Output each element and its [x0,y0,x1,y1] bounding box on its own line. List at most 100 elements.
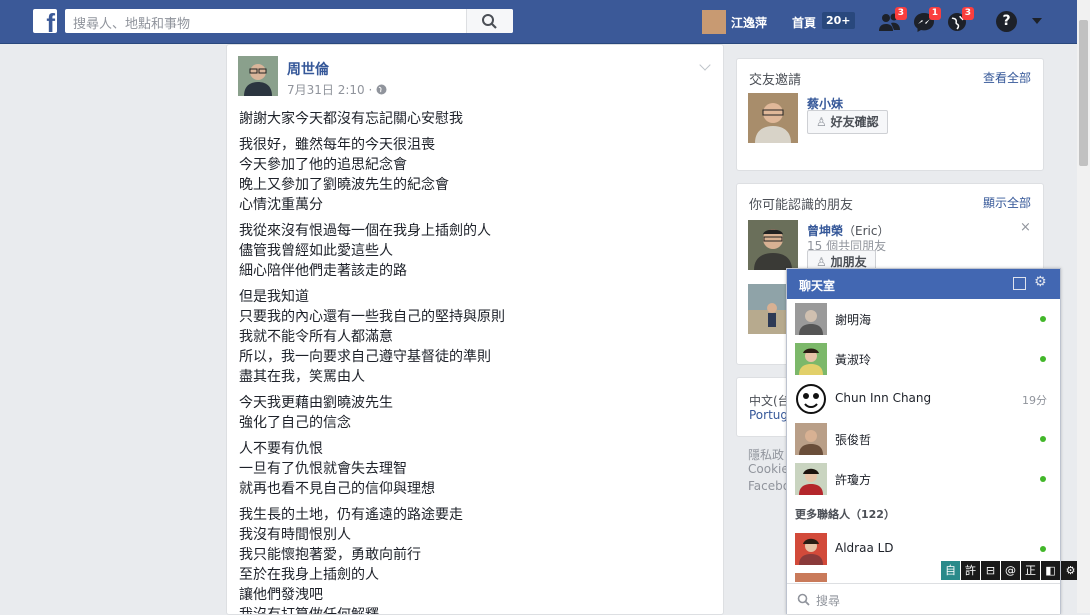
chat-contact[interactable]: 張俊哲 [787,419,1060,459]
more-contacts-header: 更多聯絡人（122） [795,508,895,521]
news-feed-post: 周世倫 7月31日 2:10 · 謝謝大家今天都沒有忘記關心安慰我 我很好，雖然每… [226,44,724,615]
post-text-line: 我沒有打算做任何解釋 [239,607,379,615]
friend-requests-button[interactable]: 3 [878,7,907,33]
home-link[interactable]: 首頁 [792,14,816,31]
ime-dictionary-icon[interactable]: ⊟ [981,561,1000,580]
last-active-time: 19分 [1022,394,1047,407]
search-icon [482,14,497,29]
ime-softkeyboard-icon[interactable]: ◧ [1041,561,1060,580]
add-person-icon: ♙ [816,115,831,129]
contact-name: Aldraa LD [835,541,894,555]
chat-settings-gear-icon[interactable]: ⚙ [1034,274,1047,290]
chat-search-icon [797,593,810,606]
help-icon[interactable]: ? [996,11,1017,32]
chat-search-bar[interactable]: 搜尋 [787,583,1060,614]
ime-fullwidth-button[interactable]: 正 [1021,561,1040,580]
post-paragraph: 人不要有仇恨 一旦有了仇恨就會失去理智 就再也看不見自己的信仰與理想 [239,439,709,499]
meta-separator: · [368,83,373,97]
ime-toolbar: 自 許 ⊟ @ 正 ◧ ⚙ [940,561,1080,580]
chat-title[interactable]: 聊天室 [799,277,835,294]
confirm-friend-label: 好友確認 [830,115,879,129]
post-text-line: 至於在我身上插劍的人 [239,567,379,583]
post-timestamp[interactable]: 7月31日 2:10 [287,83,365,97]
user-avatar[interactable] [702,10,726,34]
post-text-line: 心情沈重萬分 [239,197,323,213]
post-text-line: 所以，我一向要求自己遵守基督徒的準則 [239,349,491,365]
contact-avatar [795,303,827,335]
chat-contact[interactable]: 謝明海 [787,299,1060,339]
post-text-line: 我很好，雖然每年的今天很沮喪 [239,137,435,153]
notifications-badge: 3 [961,7,974,20]
post-text-line: 謝謝大家今天都沒有忘記關心安慰我 [239,111,463,127]
post-author-avatar[interactable] [238,56,278,96]
new-message-edit-icon[interactable] [1013,277,1026,290]
chat-header[interactable]: 聊天室 ⚙ [787,269,1060,299]
post-author-name[interactable]: 周世倫 [287,59,329,79]
search-input[interactable]: 搜尋人、地點和事物 [73,13,190,32]
post-options-chevron-down-icon[interactable] [699,59,711,71]
language-option-link[interactable]: Portug [749,408,788,422]
confirm-friend-button[interactable]: ♙ 好友確認 [807,110,888,134]
pymk-title: 你可能認識的朋友 [749,198,854,213]
contact-name: 黃淑玲 [835,353,872,367]
post-text-line: 讓他們發洩吧 [239,587,323,603]
page-scrollbar[interactable] [1077,0,1090,613]
post-text-line: 我生長的土地，仍有遙遠的路途要走 [239,507,463,523]
notifications-button[interactable]: 3 [945,7,974,33]
post-text-line: 但是我知道 [239,289,309,305]
search-button[interactable] [466,9,513,33]
see-all-requests-link[interactable]: 查看全部 [983,69,1031,86]
friend-requests-badge: 3 [894,7,907,20]
top-navigation-bar: f 搜尋人、地點和事物 江逸萍 首頁 20+ 3 1 3 ? [0,0,1077,44]
post-text-line: 就再也看不見自己的信仰與理想 [239,481,435,497]
account-menu-chevron-down-icon[interactable] [1032,18,1042,24]
ime-mode-button[interactable]: 自 [941,561,960,580]
post-paragraph: 我生長的土地，仍有遙遠的路途要走 我沒有時間恨別人我只能懷抱著愛，勇敢向前行 至於在… [239,505,709,615]
contact-avatar [795,463,827,495]
messages-button[interactable]: 1 [912,7,941,33]
online-status-dot [1040,316,1046,322]
online-status-dot [1040,476,1046,482]
author-photo [238,56,278,96]
post-text: 謝謝大家今天都沒有忘記關心安慰我我很好，雖然每年的今天很沮喪 今天參加了他的追思紀… [239,109,709,615]
request-avatar[interactable] [748,93,798,143]
chat-contact[interactable]: 許瓊方 [787,459,1060,499]
contact-avatar [795,533,827,565]
chat-contact[interactable]: Chun Inn Chang 19分 [787,379,1060,419]
post-text-line: 我沒有時間恨別人 [239,527,351,543]
cookies-link[interactable]: Cookie [748,462,789,476]
post-paragraph: 我很好，雖然每年的今天很沮喪 今天參加了他的追思紀念會 晚上又參加了劉曉波先生的紀念… [239,135,709,215]
post-text-line: 我只能懷抱著愛，勇敢向前行 [239,547,421,563]
facebook-copyright: Facebo [748,479,791,493]
post-paragraph: 我從來沒有恨過每一個在我身上插劍的人 儘管我曾經如此愛這些人 細心陪伴他們走著該走的… [239,221,709,281]
pymk-alias: （Eric） [843,224,890,238]
post-paragraph: 今天我更藉由劉曉波先生 強化了自己的信念 [239,393,709,433]
chat-contact[interactable]: 黃淑玲 [787,339,1060,379]
ime-symbol-button[interactable]: @ [1001,561,1020,580]
post-paragraph: 但是我知道 只要我的內心還有一些我自己的堅持與原則 我就不能令所有人都滿意 所以，我一… [239,287,709,387]
chat-search-input[interactable]: 搜尋 [816,592,840,609]
dismiss-suggestion-close-icon[interactable]: × [1020,220,1031,235]
post-text-line: 一旦有了仇恨就會失去理智 [239,461,407,477]
pymk-avatar[interactable] [748,220,798,270]
add-friend-label: 加朋友 [830,255,867,269]
post-meta: 7月31日 2:10 · [287,81,387,98]
post-text-line: 我就不能令所有人都滿意 [239,329,393,345]
contact-avatar [795,423,827,455]
scrollbar-thumb[interactable] [1079,20,1088,166]
online-status-dot [1040,356,1046,362]
ime-input-method-button[interactable]: 許 [961,561,980,580]
home-badge: 20+ [822,12,855,29]
post-text-line: 晚上又參加了劉曉波先生的紀念會 [239,177,449,193]
friend-requests-card: 交友邀請 查看全部 蔡小妹 ♙ 好友確認 [736,58,1044,171]
pymk-see-all-link[interactable]: 顯示全部 [983,194,1031,211]
contact-name: 謝明海 [835,313,872,327]
privacy-link[interactable]: 隱私政 [748,446,784,463]
pymk-name[interactable]: 曾坤榮 [807,224,843,238]
public-globe-icon [376,84,387,95]
facebook-logo-icon[interactable]: f [33,9,57,33]
search-box[interactable]: 搜尋人、地點和事物 [65,9,513,33]
contact-name: 許瓊方 [835,473,872,487]
user-profile-link[interactable]: 江逸萍 [731,14,767,31]
current-language: 中文(台 [749,394,790,408]
